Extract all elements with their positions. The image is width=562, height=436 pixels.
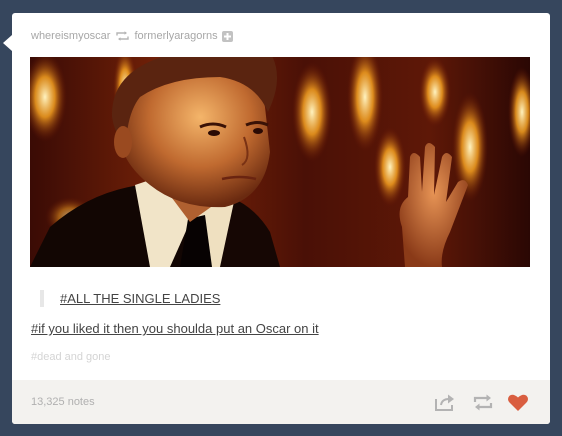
faint-tag[interactable]: #dead and gone (31, 351, 111, 363)
heart-icon[interactable] (507, 393, 529, 412)
post-card: whereismyoscar formerlyaragorns #ALL THE… (12, 13, 550, 424)
plus-icon[interactable] (221, 30, 233, 42)
post-header: whereismyoscar formerlyaragorns (31, 29, 233, 43)
post-photo[interactable] (30, 57, 530, 267)
reblog-icon[interactable] (472, 393, 494, 412)
post-tag-link[interactable]: #if you liked it then you shoulda put an… (31, 321, 319, 336)
post-tag-line: #if you liked it then you shoulda put an… (31, 320, 319, 338)
reblogged-from-username[interactable]: formerlyaragorns (134, 30, 217, 42)
quote-block: #ALL THE SINGLE LADIES (40, 290, 220, 307)
reblog-icon (116, 31, 130, 41)
post-pointer-arrow (3, 35, 12, 51)
photo-illustration (30, 57, 530, 267)
notes-count[interactable]: 13,325 notes (31, 396, 95, 408)
share-icon[interactable] (434, 393, 456, 412)
post-footer: 13,325 notes (12, 380, 550, 424)
quote-tag-link[interactable]: #ALL THE SINGLE LADIES (60, 291, 220, 306)
poster-username[interactable]: whereismyoscar (31, 30, 110, 42)
